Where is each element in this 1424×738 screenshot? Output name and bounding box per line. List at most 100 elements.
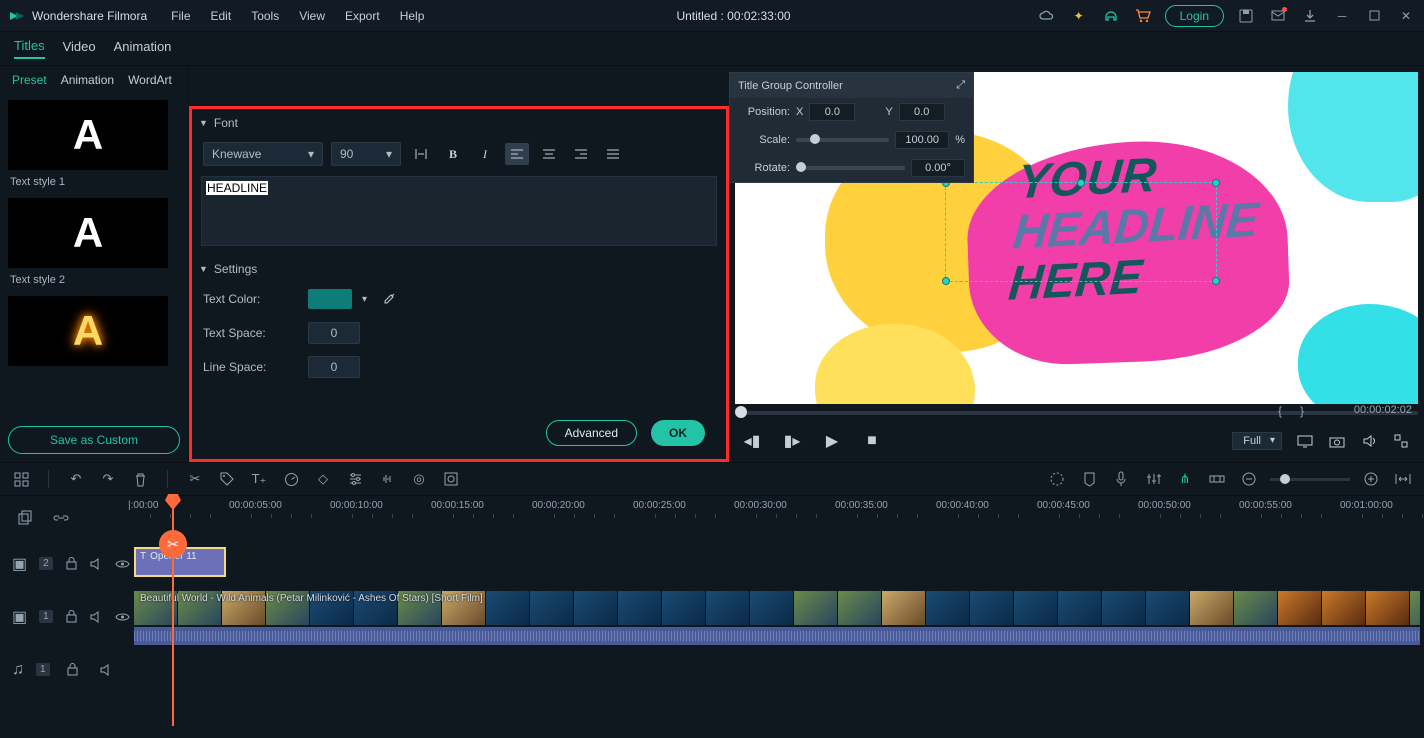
add-text-icon[interactable]: T₊ (248, 468, 270, 490)
subtab-wordart[interactable]: WordArt (128, 73, 172, 87)
menu-file[interactable]: File (161, 9, 200, 23)
play-icon[interactable]: ▶ (823, 432, 841, 450)
menu-help[interactable]: Help (390, 9, 435, 23)
rotate-input[interactable]: 0.00° (911, 159, 965, 177)
settings-section-header[interactable]: ▼ Settings (199, 256, 719, 282)
redo-icon[interactable]: ↷ (97, 468, 119, 490)
window-maximize-icon[interactable] (1360, 2, 1388, 30)
font-section-header[interactable]: ▼ Font (199, 110, 719, 136)
cart-icon[interactable] (1129, 2, 1157, 30)
mute-icon[interactable] (90, 606, 103, 628)
audio-wave-icon[interactable] (376, 468, 398, 490)
mixer-icon[interactable] (1142, 468, 1164, 490)
subtab-preset[interactable]: Preset (12, 73, 47, 87)
playhead[interactable]: ✂ (172, 496, 174, 726)
collapse-icon[interactable]: ⤢ (956, 79, 965, 92)
preset-card-1[interactable]: A (8, 100, 168, 170)
italic-icon[interactable]: I (473, 143, 497, 165)
title-group-controller[interactable]: Title Group Controller ⤢ Position: X 0.0… (729, 72, 974, 183)
snapshot-icon[interactable] (1328, 432, 1346, 450)
delete-icon[interactable] (129, 468, 151, 490)
mic-icon[interactable] (1110, 468, 1132, 490)
line-space-input[interactable]: 0 (308, 356, 360, 378)
render-icon[interactable] (1046, 468, 1068, 490)
stop-icon[interactable]: ■ (863, 432, 881, 450)
scale-slider[interactable] (796, 138, 889, 142)
save-as-custom-button[interactable]: Save as Custom (8, 426, 180, 454)
preview-timeline[interactable]: {} 00:00:02:02 (735, 406, 1418, 420)
scissors-icon[interactable]: ✂ (159, 530, 187, 558)
tab-video[interactable]: Video (63, 39, 96, 58)
quality-dropdown[interactable]: Full (1232, 432, 1282, 450)
position-y-input[interactable]: 0.0 (899, 103, 945, 121)
window-minimize-icon[interactable]: ─ (1328, 2, 1356, 30)
menu-tools[interactable]: Tools (241, 9, 289, 23)
lock-icon[interactable] (62, 659, 84, 681)
menu-edit[interactable]: Edit (201, 9, 242, 23)
window-close-icon[interactable]: ✕ (1392, 2, 1420, 30)
login-button[interactable]: Login (1165, 5, 1224, 27)
marker-shield-icon[interactable] (1078, 468, 1100, 490)
rotate-slider[interactable] (796, 166, 905, 170)
mute-icon[interactable] (96, 659, 118, 681)
tab-animation[interactable]: Animation (114, 39, 172, 58)
eyedropper-icon[interactable] (377, 288, 401, 310)
ok-button[interactable]: OK (651, 420, 705, 446)
chevron-down-icon[interactable]: ▾ (362, 294, 367, 305)
lock-icon[interactable] (65, 553, 78, 575)
next-frame-icon[interactable]: ▮▸ (783, 432, 801, 450)
fullscreen-icon[interactable] (1392, 432, 1410, 450)
font-family-dropdown[interactable]: Knewave ▾ (203, 142, 323, 166)
zoom-slider[interactable] (1270, 478, 1350, 481)
message-icon[interactable] (1264, 2, 1292, 30)
visibility-icon[interactable] (115, 606, 130, 628)
speed-icon[interactable] (280, 468, 302, 490)
align-left-icon[interactable] (505, 143, 529, 165)
layout-icon[interactable] (10, 468, 32, 490)
scale-input[interactable]: 100.00 (895, 131, 949, 149)
adjust-icon[interactable] (344, 468, 366, 490)
greenscreen-icon[interactable] (440, 468, 462, 490)
timeline-ruler[interactable]: ✂ |:00:0000:00:05:0000:00:10:0000:00:15:… (0, 496, 1424, 540)
ripple-icon[interactable] (1206, 468, 1228, 490)
subtab-animation[interactable]: Animation (61, 73, 114, 87)
volume-icon[interactable] (1360, 432, 1378, 450)
preset-card-3[interactable]: A (8, 296, 168, 366)
cut-icon[interactable]: ✂ (184, 468, 206, 490)
video-clip[interactable]: Beautiful World - Wild Animals (Petar Mi… (134, 591, 1420, 625)
align-center-icon[interactable] (537, 143, 561, 165)
lock-icon[interactable] (65, 606, 78, 628)
preset-card-2[interactable]: A (8, 198, 168, 268)
visibility-icon[interactable] (115, 553, 130, 575)
align-justify-icon[interactable] (601, 143, 625, 165)
tag-icon[interactable] (216, 468, 238, 490)
save-icon[interactable] (1232, 2, 1260, 30)
character-spacing-icon[interactable] (409, 143, 433, 165)
advanced-button[interactable]: Advanced (546, 420, 637, 446)
position-x-input[interactable]: 0.0 (809, 103, 855, 121)
headset-icon[interactable] (1097, 2, 1125, 30)
undo-icon[interactable]: ↶ (65, 468, 87, 490)
link-icon[interactable] (50, 507, 72, 529)
font-size-dropdown[interactable]: 90 ▾ (331, 142, 401, 166)
audio-clip[interactable] (134, 627, 1420, 645)
tab-titles[interactable]: Titles (14, 38, 45, 59)
snap-icon[interactable]: ⋔ (1174, 468, 1196, 490)
text-input-area[interactable]: HEADLINE (201, 176, 717, 246)
text-color-swatch[interactable] (308, 289, 352, 309)
keyframe-icon[interactable]: ◎ (408, 468, 430, 490)
bold-icon[interactable]: B (441, 143, 465, 165)
download-icon[interactable] (1296, 2, 1324, 30)
selection-box[interactable] (945, 182, 1217, 282)
mute-icon[interactable] (90, 553, 103, 575)
color-icon[interactable]: ◇ (312, 468, 334, 490)
menu-export[interactable]: Export (335, 9, 390, 23)
sparkle-icon[interactable]: ✦ (1065, 2, 1093, 30)
zoom-out-icon[interactable] (1238, 468, 1260, 490)
duplicate-icon[interactable] (14, 507, 36, 529)
text-space-input[interactable]: 0 (308, 322, 360, 344)
cloud-icon[interactable] (1033, 2, 1061, 30)
prev-frame-icon[interactable]: ◂▮ (743, 432, 761, 450)
menu-view[interactable]: View (289, 9, 335, 23)
zoom-in-icon[interactable] (1360, 468, 1382, 490)
